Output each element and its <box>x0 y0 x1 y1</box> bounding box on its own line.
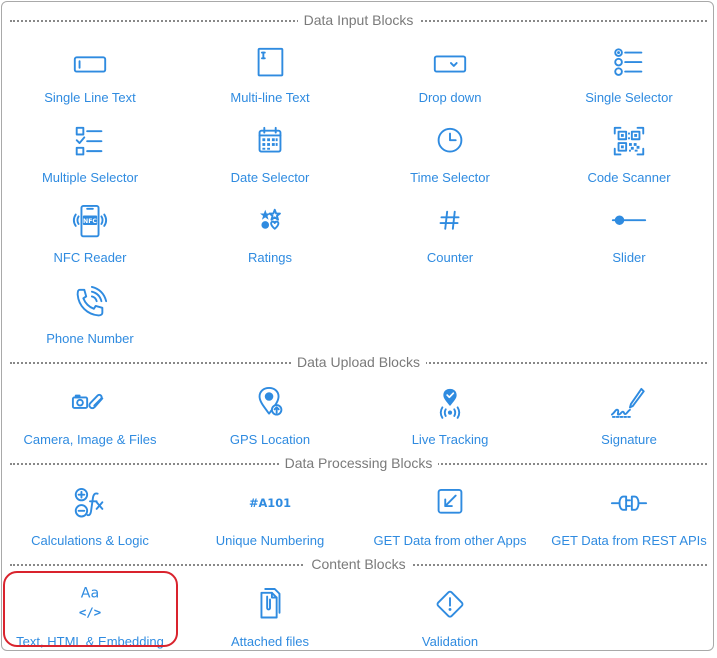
live-tracking-icon <box>430 386 470 426</box>
block-label: Validation <box>421 634 479 649</box>
clock-icon <box>430 124 470 164</box>
block-label: GET Data from other Apps <box>373 533 527 548</box>
block-get-data-other-apps[interactable]: GET Data from other Apps <box>360 487 540 557</box>
font-sample-text: Aa <box>81 586 99 602</box>
block-single-selector[interactable]: Single Selector <box>539 44 717 114</box>
numbering-text: #A101 <box>249 496 291 510</box>
block-unique-numbering[interactable]: #A101 Unique Numbering <box>180 487 360 557</box>
block-label: Unique Numbering <box>215 533 325 548</box>
single-selector-icon <box>609 44 649 84</box>
block-label: Phone Number <box>46 331 134 346</box>
block-slider[interactable]: Slider <box>539 204 717 274</box>
warning-diamond-icon <box>430 588 470 628</box>
single-line-text-icon <box>70 44 110 84</box>
block-single-line-text[interactable]: Single Line Text <box>0 44 180 114</box>
drop-down-icon <box>430 44 470 84</box>
qr-code-icon <box>609 124 649 164</box>
slider-icon <box>609 204 649 244</box>
block-gps-location[interactable]: GPS Location <box>180 386 360 456</box>
block-camera-image-files[interactable]: Camera, Image & Files <box>0 386 180 456</box>
block-label: GPS Location <box>229 432 311 447</box>
block-label: Time Selector <box>410 170 490 185</box>
multi-line-text-icon <box>250 44 290 84</box>
section-title: Content Blocks <box>305 554 412 574</box>
calculator-function-icon <box>70 487 110 527</box>
hash-icon <box>430 204 470 244</box>
block-label: Single Line Text <box>44 90 136 105</box>
block-attached-files[interactable]: Attached files <box>180 588 360 658</box>
block-calculations-logic[interactable]: Calculations & Logic <box>0 487 180 557</box>
section-title: Data Processing Blocks <box>278 453 439 473</box>
multiple-selector-icon <box>70 124 110 164</box>
text-code-icon: Aa </> <box>70 586 110 628</box>
code-sample-text: </> <box>79 606 101 620</box>
block-counter[interactable]: Counter <box>360 204 540 274</box>
block-label: Multiple Selector <box>41 170 139 185</box>
section-title: Data Input Blocks <box>297 10 420 30</box>
block-get-data-rest-apis[interactable]: GET Data from REST APIs <box>539 487 717 557</box>
block-label: Ratings <box>247 250 293 265</box>
block-drop-down[interactable]: Drop down <box>360 44 540 114</box>
attached-files-icon <box>250 588 290 628</box>
block-phone-number[interactable]: Phone Number <box>0 285 180 355</box>
section-header-processing: Data Processing Blocks <box>10 453 707 473</box>
block-label: Drop down <box>418 90 482 105</box>
calendar-icon <box>250 124 290 164</box>
block-text-html-embedding[interactable]: Aa </> Text, HTML & Embedding <box>0 586 180 658</box>
block-multi-line-text[interactable]: Multi-line Text <box>180 44 360 114</box>
block-live-tracking[interactable]: Live Tracking <box>360 386 540 456</box>
block-label: Live Tracking <box>411 432 489 447</box>
nfc-icon: NFC <box>70 204 110 244</box>
ratings-icon <box>250 204 290 244</box>
section-header-input: Data Input Blocks <box>10 10 707 30</box>
camera-attachment-icon <box>70 386 110 426</box>
block-label: Multi-line Text <box>230 90 310 105</box>
block-validation[interactable]: Validation <box>360 588 540 658</box>
block-label: Counter <box>426 250 474 265</box>
location-pin-icon <box>250 386 290 426</box>
nfc-text: NFC <box>83 218 97 225</box>
plug-connection-icon <box>609 487 649 527</box>
section-title: Data Upload Blocks <box>291 352 426 372</box>
block-label: Camera, Image & Files <box>23 432 157 447</box>
block-label: GET Data from REST APIs <box>551 533 707 548</box>
unique-numbering-icon: #A101 <box>249 487 291 527</box>
block-label: Code Scanner <box>587 170 671 185</box>
block-label: Date Selector <box>230 170 310 185</box>
block-label: Slider <box>612 250 646 265</box>
block-label: Text, HTML & Embedding <box>16 634 164 649</box>
block-label: NFC Reader <box>53 250 127 265</box>
section-header-upload: Data Upload Blocks <box>10 352 707 372</box>
block-label: Signature <box>601 432 657 447</box>
block-multiple-selector[interactable]: Multiple Selector <box>0 124 180 194</box>
block-time-selector[interactable]: Time Selector <box>360 124 540 194</box>
block-date-selector[interactable]: Date Selector <box>180 124 360 194</box>
block-signature[interactable]: Signature <box>539 386 717 456</box>
block-ratings[interactable]: Ratings <box>180 204 360 274</box>
phone-icon <box>70 285 110 325</box>
block-label: Attached files <box>230 634 310 649</box>
import-arrow-icon <box>430 487 470 527</box>
block-label: Calculations & Logic <box>31 533 149 548</box>
section-header-content: Content Blocks <box>10 554 707 574</box>
block-code-scanner[interactable]: Code Scanner <box>539 124 717 194</box>
signature-pen-icon <box>609 386 649 426</box>
block-label: Single Selector <box>585 90 673 105</box>
block-nfc-reader[interactable]: NFC NFC Reader <box>0 204 180 274</box>
